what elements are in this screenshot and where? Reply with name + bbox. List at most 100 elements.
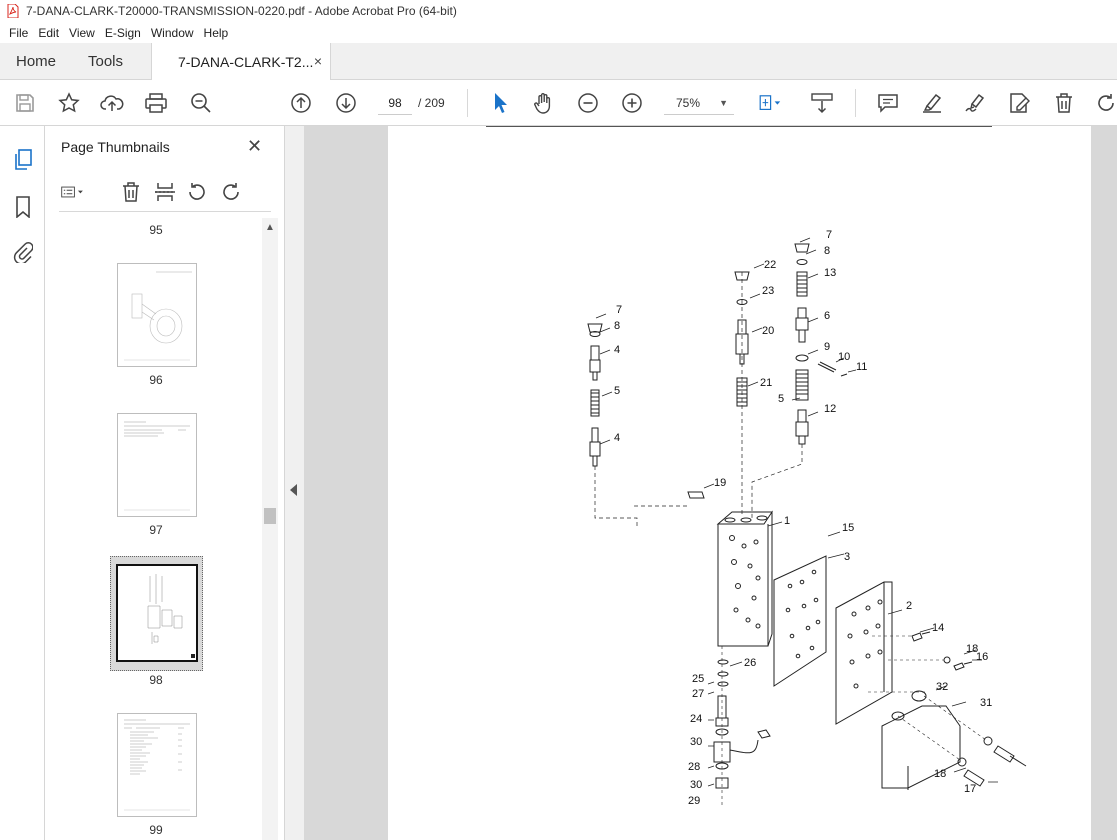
- callout-label: 8: [614, 320, 620, 332]
- callout-label: 26: [744, 657, 756, 669]
- thumbnail-page[interactable]: [117, 713, 197, 817]
- thumbnail-scrollbar[interactable]: ▲: [262, 218, 278, 840]
- chevron-up-icon[interactable]: ▲: [265, 222, 275, 233]
- rotate-icon[interactable]: [1094, 91, 1117, 115]
- callout-label: 23: [762, 285, 774, 297]
- callout-label: 25: [692, 673, 704, 685]
- tab-document-label: 7-DANA-CLARK-T2...: [178, 54, 314, 70]
- hand-tool-icon[interactable]: [531, 91, 555, 115]
- menu-window[interactable]: Window: [146, 26, 199, 40]
- thumbnail-label: 96: [149, 373, 163, 387]
- callout-label: 30: [690, 779, 702, 791]
- callout-label: 27: [692, 688, 704, 700]
- page-thumbnails-icon[interactable]: [11, 148, 35, 172]
- tab-document[interactable]: 7-DANA-CLARK-T2... ×: [151, 43, 331, 81]
- thumbnail-toolbar: [59, 180, 271, 212]
- tab-close-icon[interactable]: ×: [314, 53, 322, 69]
- zoom-level-dropdown[interactable]: 75% ▼: [664, 91, 734, 115]
- edit-pdf-icon[interactable]: [1008, 91, 1032, 115]
- zoom-in-icon[interactable]: [620, 91, 644, 115]
- thumbnail-options-icon[interactable]: [61, 180, 85, 204]
- callout-label: 10: [838, 351, 850, 363]
- zoom-out-icon[interactable]: [576, 91, 600, 115]
- next-page-icon[interactable]: [334, 91, 358, 115]
- delete-page-icon[interactable]: [1052, 91, 1076, 115]
- page-thumbnails-panel: Page Thumbnails ✕ 95 96 97 98 99 ▲: [45, 126, 285, 840]
- scrollbar-thumb[interactable]: [264, 508, 276, 524]
- callout-label: 7: [616, 304, 622, 316]
- callout-label: 4: [614, 432, 620, 444]
- document-viewer: 7 8 22 23 13 7 8 20 6 4 9 10 11 21 5 5 1…: [304, 126, 1117, 840]
- thumbnail-page[interactable]: [117, 263, 197, 367]
- zoom-level-value: 75%: [676, 96, 701, 110]
- zoom-search-icon[interactable]: [189, 91, 213, 115]
- callout-label: 21: [760, 377, 772, 389]
- rotate-clockwise-icon[interactable]: [219, 180, 243, 204]
- page-number-input[interactable]: 98: [378, 91, 412, 115]
- scroll-mode-icon[interactable]: [810, 91, 834, 115]
- toolbar-divider: [855, 89, 856, 117]
- callout-label: 17: [964, 783, 976, 795]
- thumbnail-page[interactable]: [117, 413, 197, 517]
- star-icon[interactable]: [57, 91, 81, 115]
- thumbnail-list: 95 96 97 98 99: [45, 218, 263, 840]
- tab-bar: Home Tools 7-DANA-CLARK-T2... ×: [0, 43, 1117, 81]
- callout-label: 18: [934, 768, 946, 780]
- callout-label: 24: [690, 713, 702, 725]
- callout-label: 29: [688, 795, 700, 807]
- callout-label: 2: [906, 600, 912, 612]
- upload-cloud-icon[interactable]: [100, 91, 124, 115]
- callout-label: 16: [976, 651, 988, 663]
- bookmark-icon[interactable]: [11, 195, 35, 219]
- thumbnail-page-selected[interactable]: [116, 564, 198, 662]
- callout-label: 5: [614, 385, 620, 397]
- tab-home[interactable]: Home: [16, 53, 56, 70]
- close-icon[interactable]: ✕: [247, 136, 262, 157]
- previous-page-icon[interactable]: [289, 91, 313, 115]
- save-icon[interactable]: [13, 91, 37, 115]
- extract-pages-icon[interactable]: [153, 180, 177, 204]
- print-icon[interactable]: [144, 91, 168, 115]
- delete-pages-icon[interactable]: [119, 180, 143, 204]
- callout-label: 3: [844, 551, 850, 563]
- fit-page-icon[interactable]: [757, 91, 781, 115]
- menu-view[interactable]: View: [64, 26, 100, 40]
- thumbnail-label: 99: [149, 823, 163, 837]
- callout-label: 19: [714, 477, 726, 489]
- menu-esign[interactable]: E-Sign: [100, 26, 146, 40]
- callout-label: 4: [614, 344, 620, 356]
- sign-pen-icon[interactable]: [964, 91, 988, 115]
- callout-label: 1: [784, 515, 790, 527]
- thumbnail-label: 95: [149, 223, 163, 237]
- panel-splitter[interactable]: [285, 126, 304, 840]
- menu-edit[interactable]: Edit: [33, 26, 64, 40]
- callout-label: 13: [824, 267, 836, 279]
- thumbnail-label: 98: [149, 673, 163, 687]
- thumbnail-label: 97: [149, 523, 163, 537]
- callout-label: 31: [980, 697, 992, 709]
- toolbar-divider: [467, 89, 468, 117]
- acrobat-logo-icon: [6, 4, 20, 19]
- page-total: / 209: [418, 96, 445, 110]
- select-cursor-icon[interactable]: [488, 91, 512, 115]
- highlighter-icon[interactable]: [920, 91, 944, 115]
- callout-label: 12: [824, 403, 836, 415]
- left-navigation-rail: [0, 126, 45, 840]
- exploded-parts-diagram: 7 8 22 23 13 7 8 20 6 4 9 10 11 21 5 5 1…: [587, 229, 1027, 807]
- chevron-down-icon: ▼: [719, 98, 728, 108]
- callout-label: 14: [932, 622, 944, 634]
- tab-tools[interactable]: Tools: [88, 53, 123, 70]
- callout-label: 9: [824, 341, 830, 353]
- attachment-icon[interactable]: [11, 240, 35, 264]
- callout-label: 28: [688, 761, 700, 773]
- callout-label: 7: [826, 229, 832, 241]
- callout-label: 6: [824, 310, 830, 322]
- window-title-bar: 7-DANA-CLARK-T20000-TRANSMISSION-0220.pd…: [0, 0, 1117, 22]
- callout-label: 5: [778, 393, 784, 405]
- collapse-panel-icon[interactable]: [290, 484, 297, 496]
- menu-file[interactable]: File: [4, 26, 33, 40]
- callout-label: 11: [856, 361, 867, 373]
- menu-help[interactable]: Help: [199, 26, 234, 40]
- comment-icon[interactable]: [876, 91, 900, 115]
- rotate-counterclockwise-icon[interactable]: [185, 180, 209, 204]
